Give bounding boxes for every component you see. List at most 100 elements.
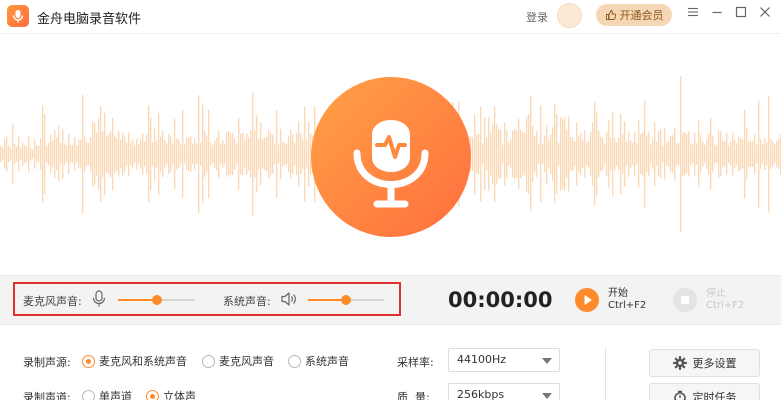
channel-option-mono[interactable]: 单声道 (82, 388, 132, 400)
waveform-bar (556, 114, 558, 194)
scheduled-task-button[interactable]: 定时任务 (649, 383, 760, 400)
waveform-bar (772, 141, 774, 167)
source-option-system[interactable]: 系统声音 (288, 353, 349, 369)
waveform-bar (532, 125, 534, 183)
waveform-bar (298, 121, 300, 187)
waveform-bar (740, 138, 742, 170)
waveform-bar (490, 132, 492, 176)
waveform-bar (608, 120, 610, 188)
system-volume-slider[interactable] (308, 295, 384, 305)
waveform-bar (680, 76, 682, 232)
waveform-bar (308, 121, 310, 187)
waveform-bar (236, 143, 238, 165)
waveform-bar (246, 133, 248, 175)
source-radio-2[interactable] (288, 354, 301, 368)
waveform-bar (474, 113, 476, 195)
waveform-bar (730, 142, 732, 166)
start-button[interactable] (575, 288, 599, 312)
waveform-bar (92, 121, 94, 187)
waveform-bar (96, 132, 98, 176)
waveform-bar (536, 130, 538, 178)
waveform-bar (644, 100, 646, 208)
waveform-bar (52, 140, 54, 168)
login-link[interactable]: 登录 (526, 9, 548, 25)
waveform-bar (306, 139, 308, 169)
waveform-bar (14, 143, 16, 165)
source-option-mic[interactable]: 麦克风声音 (202, 353, 274, 369)
chevron-down-icon (542, 358, 552, 364)
waveform-bar (750, 140, 752, 168)
waveform-bar (230, 133, 232, 175)
waveform-bar (744, 109, 746, 199)
channel-radio-0[interactable] (82, 389, 95, 400)
waveform-bar (72, 144, 74, 164)
waveform-bar (494, 106, 496, 202)
waveform-bar (224, 143, 226, 165)
source-option-mic-and-system[interactable]: 麦克风和系统声音 (82, 353, 187, 369)
waveform-bar (718, 130, 720, 178)
waveform-bar (134, 145, 136, 163)
waveform-bar (88, 142, 90, 166)
waveform-bar (140, 139, 142, 169)
channel-radio-1[interactable] (146, 389, 159, 400)
waveform-bar (652, 139, 654, 169)
system-volume-thumb[interactable] (341, 295, 351, 305)
waveform-bar (62, 129, 64, 179)
maximize-icon[interactable] (732, 6, 750, 24)
waveform-bar (136, 138, 138, 170)
waveform-bar (290, 129, 292, 179)
waveform-bar (546, 124, 548, 184)
waveform-bar (18, 136, 20, 172)
channel-option-stereo[interactable]: 立体声 (146, 388, 196, 400)
menu-icon[interactable] (684, 6, 702, 24)
mic-volume-thumb[interactable] (151, 295, 162, 305)
quality-select[interactable]: 256kbps (448, 383, 560, 400)
scheduled-task-label: 定时任务 (692, 391, 737, 400)
waveform-bar (54, 130, 56, 178)
waveform-bar (646, 135, 648, 173)
waveform-bar (142, 133, 144, 175)
sample-rate-select[interactable]: 44100Hz (448, 348, 560, 372)
microphone-icon (353, 120, 429, 208)
vip-button-label: 开通会员 (619, 9, 664, 22)
close-icon[interactable] (756, 6, 774, 24)
record-mic-button[interactable] (311, 77, 471, 237)
waveform-bar (234, 138, 236, 170)
waveform-bar (500, 129, 502, 179)
waveform-bar (526, 116, 528, 192)
source-radio-0[interactable] (82, 354, 95, 368)
sample-rate-value: 44100Hz (457, 353, 507, 366)
waveform-bar (144, 141, 146, 167)
waveform-bar (10, 148, 12, 160)
waveform-bar (598, 130, 600, 178)
waveform-bar (278, 144, 280, 164)
source-option-label: 麦克风和系统声音 (99, 355, 187, 368)
waveform-bar (254, 130, 256, 178)
waveform-bar (590, 132, 592, 176)
waveform-bar (248, 137, 250, 171)
waveform-bar (564, 117, 566, 191)
stop-button[interactable] (673, 288, 697, 312)
minimize-icon[interactable] (708, 6, 726, 24)
waveform-bar (260, 122, 262, 186)
waveform-bar (774, 144, 776, 164)
source-radio-1[interactable] (202, 354, 215, 368)
waveform-bar (520, 129, 522, 179)
start-label[interactable]: 开始 (608, 288, 628, 300)
gear-icon (672, 356, 687, 370)
waveform-bar (182, 110, 184, 198)
waveform-bar (554, 104, 556, 204)
start-shortcut: Ctrl+F2 (608, 300, 647, 311)
waveform-bar (206, 135, 208, 173)
avatar[interactable] (557, 3, 582, 28)
waveform-bar (4, 139, 6, 169)
waveform-bar (38, 145, 40, 163)
vip-button[interactable]: 开通会员 (596, 4, 672, 26)
mic-volume-slider[interactable] (118, 295, 195, 305)
waveform-bar (86, 141, 88, 167)
waveform-bar (518, 119, 520, 189)
waveform-bar (272, 134, 274, 174)
waveform-bar (22, 142, 24, 166)
more-settings-button[interactable]: 更多设置 (649, 349, 760, 377)
waveform-bar (572, 137, 574, 171)
